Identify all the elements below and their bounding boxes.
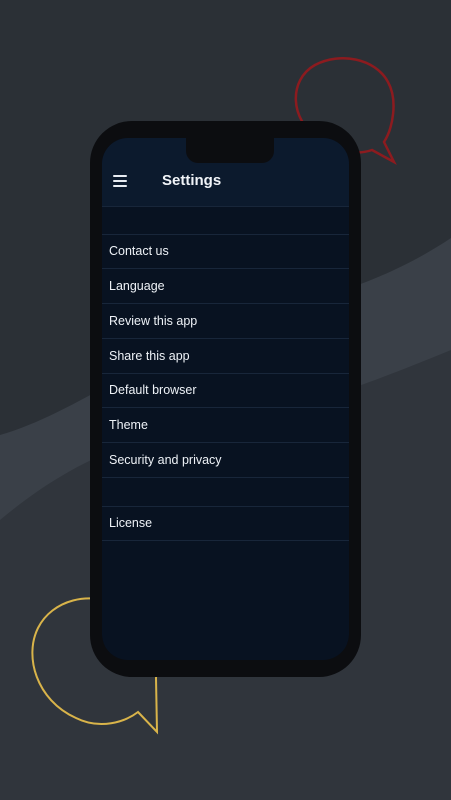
settings-item-language[interactable]: Language <box>102 269 349 304</box>
settings-item-label: License <box>109 516 153 530</box>
settings-item-security-and-privacy[interactable]: Security and privacy <box>102 443 349 478</box>
section-spacer <box>102 478 349 507</box>
hamburger-menu-icon[interactable] <box>108 170 132 192</box>
settings-screen: Settings Contact us Language Review this… <box>102 138 349 660</box>
settings-item-label: Share this app <box>109 349 190 363</box>
settings-item-label: Language <box>109 279 165 293</box>
settings-item-license[interactable]: License <box>102 506 349 541</box>
settings-item-default-browser[interactable]: Default browser <box>102 373 349 408</box>
settings-item-label: Security and privacy <box>109 453 222 467</box>
phone-notch <box>186 121 274 163</box>
settings-item-label: Theme <box>109 418 148 432</box>
settings-item-contact-us[interactable]: Contact us <box>102 234 349 269</box>
settings-item-theme[interactable]: Theme <box>102 408 349 443</box>
settings-item-label: Contact us <box>109 244 169 258</box>
section-spacer <box>102 206 349 235</box>
settings-item-share-this-app[interactable]: Share this app <box>102 339 349 374</box>
settings-item-label: Review this app <box>109 314 198 328</box>
settings-item-label: Default browser <box>109 383 197 397</box>
settings-item-review-this-app[interactable]: Review this app <box>102 304 349 339</box>
page-title: Settings <box>162 172 222 189</box>
